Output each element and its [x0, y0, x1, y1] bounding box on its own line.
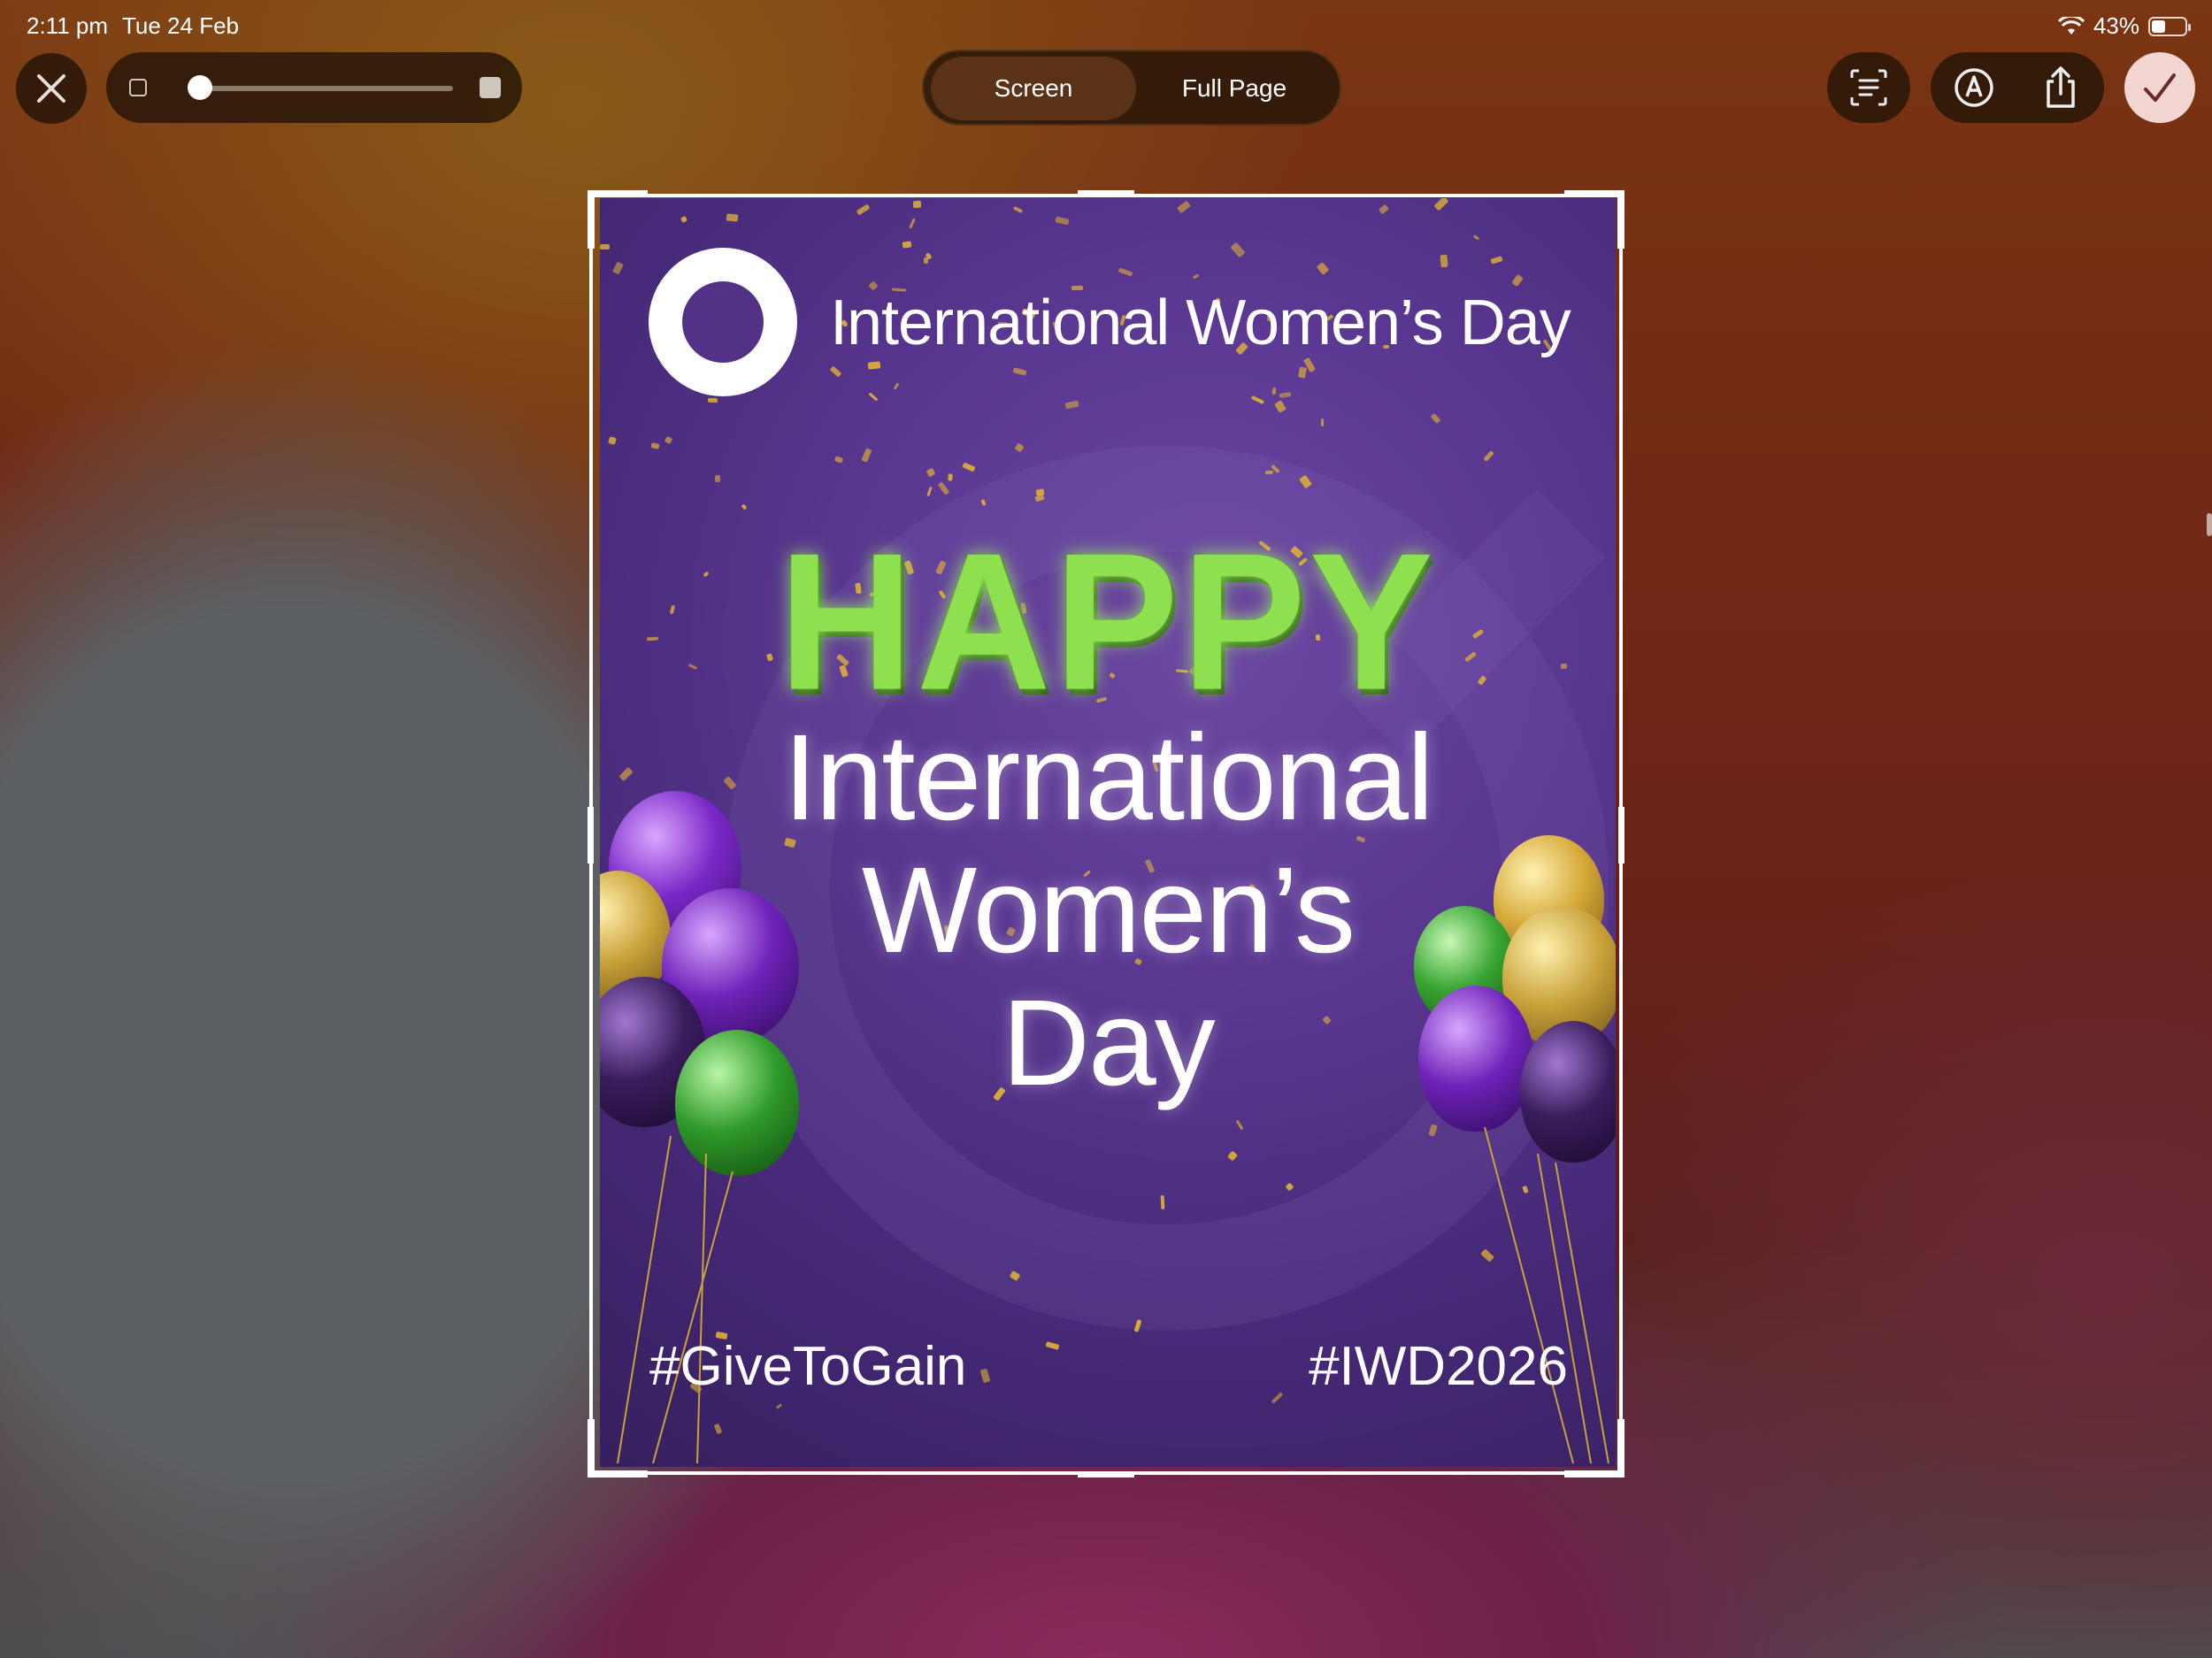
crop-handle-bottom-right[interactable]	[1617, 1419, 1624, 1478]
crop-handle-top[interactable]	[1078, 190, 1134, 196]
text-select-icon	[1850, 69, 1887, 106]
size-slider-track[interactable]	[188, 86, 453, 91]
crop-handle-left[interactable]	[588, 807, 594, 864]
small-square-icon	[129, 79, 147, 96]
crop-handle-bottom-left[interactable]	[588, 1419, 595, 1478]
battery-percent: 43%	[2093, 12, 2139, 39]
crop-handle-bottom-left[interactable]	[589, 1470, 648, 1478]
size-slider-thumb[interactable]	[188, 75, 212, 100]
close-button[interactable]	[16, 53, 87, 124]
size-slider-control	[106, 52, 522, 123]
close-icon	[37, 74, 65, 103]
crop-handle-top-left[interactable]	[589, 190, 648, 197]
crop-handle-top-right[interactable]	[1617, 190, 1624, 249]
crop-frame[interactable]	[589, 194, 1623, 1475]
crop-handle-top-left[interactable]	[588, 190, 595, 249]
crop-handle-bottom-right[interactable]	[1564, 1470, 1623, 1478]
status-bar: 2:11 pm Tue 24 Feb 43%	[0, 0, 2212, 51]
text-select-button[interactable]	[1827, 52, 1910, 123]
crop-handle-bottom[interactable]	[1078, 1471, 1134, 1478]
battery-icon	[2148, 16, 2191, 36]
share-icon	[2047, 66, 2075, 108]
status-time: 2:11 pm	[27, 12, 109, 39]
share-button[interactable]	[2017, 52, 2104, 123]
markup-pen-icon	[1955, 68, 1993, 107]
edge-grabber[interactable]	[2207, 513, 2212, 536]
markup-button[interactable]	[1931, 52, 2017, 123]
battery-level	[2152, 19, 2165, 33]
tab-screen[interactable]: Screen	[931, 57, 1136, 120]
crop-handle-top-right[interactable]	[1564, 190, 1623, 197]
status-date: Tue 24 Feb	[122, 12, 240, 39]
done-button[interactable]	[2124, 52, 2195, 123]
large-square-icon	[480, 77, 501, 98]
status-right: 43%	[2057, 12, 2191, 40]
crop-handle-right[interactable]	[1618, 807, 1624, 864]
capture-mode-segmented-control: Screen Full Page	[922, 50, 1341, 126]
tab-full-page[interactable]: Full Page	[1136, 57, 1333, 120]
markup-share-group	[1931, 52, 2104, 123]
wifi-icon	[2057, 16, 2085, 35]
checkmark-icon	[2144, 73, 2176, 102]
